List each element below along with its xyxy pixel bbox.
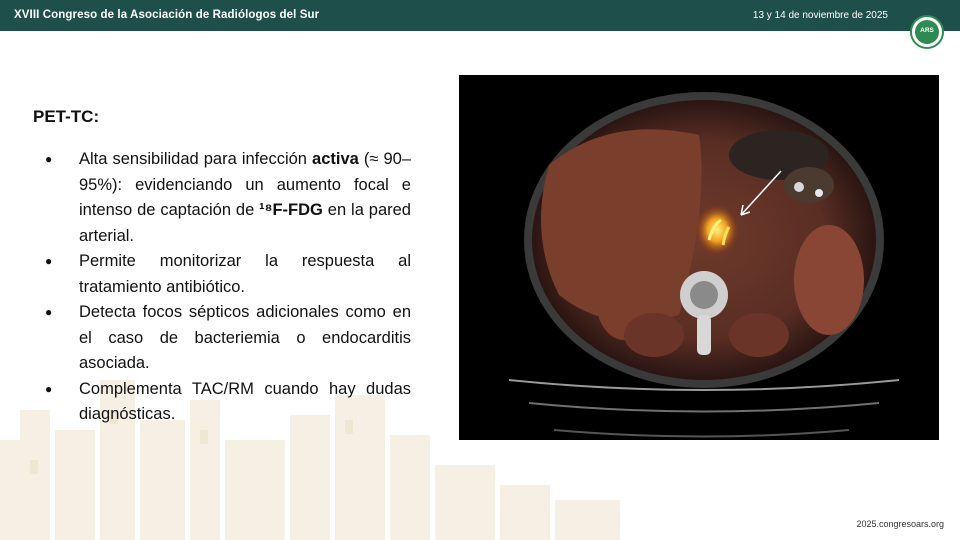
footer-url: 2025.congresoars.org [856, 519, 944, 529]
logo-text: ARS [920, 27, 934, 34]
bullet-text: Complementa TAC/RM cuando hay dudas diag… [79, 379, 411, 424]
header-bar: XVIII Congreso de la Asociación de Radió… [0, 0, 960, 31]
slide-heading: PET-TC: [33, 107, 100, 126]
bullet-text: Permite monitorizar la respuesta al trat… [79, 252, 411, 296]
pet-ct-image [459, 75, 939, 440]
bullet-dot-icon: ● [45, 381, 53, 396]
bullet-item: ● Detecta focos sépticos adicionales como… [45, 300, 411, 377]
bullet-dot-icon: ● [45, 152, 53, 166]
ars-logo-icon: ARS [910, 15, 944, 49]
bullet-text: Alta sensibilidad para infección [79, 150, 313, 168]
bullet-emphasis: ¹⁸F-FDG [259, 201, 323, 219]
bullet-emphasis: activa [312, 150, 359, 168]
bullet-item: ● Alta sensibilidad para infección activa… [45, 147, 411, 249]
bullet-item: ● Permite monitorizar la respuesta al tra… [45, 249, 411, 300]
bullet-text: Detecta focos sépticos adicionales como … [79, 303, 411, 372]
bullet-dot-icon: ● [45, 305, 53, 319]
bullet-item: ● Complementa TAC/RM cuando hay dudas dia… [45, 377, 411, 428]
bullet-list: ● Alta sensibilidad para infección activa… [45, 147, 411, 428]
congress-date: 13 y 14 de noviembre de 2025 [752, 10, 888, 21]
bullet-dot-icon: ● [45, 254, 53, 268]
congress-title: XVIII Congreso de la Asociación de Radió… [14, 9, 320, 21]
